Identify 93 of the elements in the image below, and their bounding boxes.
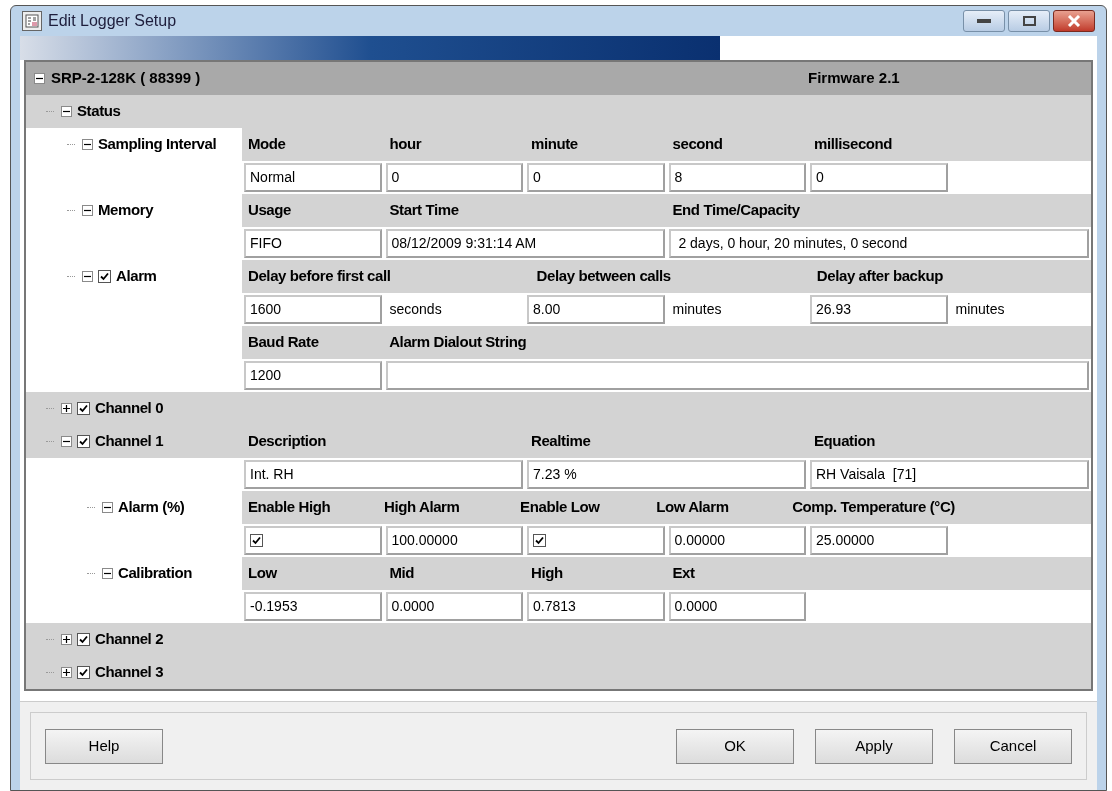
column-header: Baud Rate bbox=[248, 332, 319, 353]
dialog-button[interactable]: Cancel bbox=[954, 728, 1072, 764]
tree-node-label[interactable]: Status bbox=[77, 100, 121, 123]
column-header: Low Alarm bbox=[656, 497, 729, 518]
close-button[interactable] bbox=[1053, 10, 1095, 32]
collapse-icon[interactable] bbox=[82, 271, 93, 282]
minimize-button[interactable] bbox=[963, 10, 1005, 32]
device-name: SRP-2-128K ( 88399 ) bbox=[51, 68, 201, 89]
expand-icon[interactable] bbox=[61, 403, 72, 414]
column-header: minute bbox=[531, 134, 578, 155]
column-header: Description bbox=[248, 431, 327, 452]
input-field[interactable]: 100.00000 bbox=[385, 526, 523, 555]
tree-node-label[interactable]: Channel 2 bbox=[95, 628, 164, 651]
checkbox[interactable] bbox=[77, 435, 90, 448]
input-field[interactable] bbox=[385, 361, 1089, 390]
column-header: Low bbox=[248, 563, 277, 584]
column-header: High bbox=[531, 563, 563, 584]
checkbox[interactable] bbox=[98, 270, 111, 283]
input-field[interactable]: Normal bbox=[244, 163, 382, 192]
collapse-icon[interactable] bbox=[61, 106, 72, 117]
column-header: Ext bbox=[672, 563, 695, 584]
input-field[interactable]: 0.0000 bbox=[668, 592, 806, 621]
column-header: second bbox=[672, 134, 723, 155]
firmware-label: Firmware 2.1 bbox=[808, 68, 900, 89]
column-header: Equation bbox=[814, 431, 875, 452]
tree-node-label[interactable]: Sampling Interval bbox=[98, 133, 217, 156]
column-header: Comp. Temperature (°C) bbox=[792, 497, 955, 518]
input-field[interactable]: 25.00000 bbox=[810, 526, 948, 555]
input-field[interactable]: -0.1953 bbox=[244, 592, 382, 621]
collapse-icon[interactable] bbox=[82, 205, 93, 216]
input-field[interactable]: 0 bbox=[527, 163, 665, 192]
checkbox[interactable] bbox=[533, 534, 546, 547]
unit-label: minutes bbox=[955, 300, 1005, 319]
column-header: Enable Low bbox=[520, 497, 600, 518]
tree-node-label[interactable]: Channel 3 bbox=[95, 661, 164, 684]
input-field[interactable]: RH Vaisala [71] bbox=[810, 460, 1089, 489]
column-header: End Time/Capacity bbox=[672, 200, 800, 221]
tree-node-label[interactable]: Memory bbox=[98, 199, 154, 222]
input-field[interactable]: FIFO bbox=[244, 229, 382, 258]
unit-label: seconds bbox=[389, 300, 442, 319]
input-field[interactable]: 0.7813 bbox=[527, 592, 665, 621]
column-header: High Alarm bbox=[384, 497, 460, 518]
column-header: hour bbox=[389, 134, 422, 155]
input-field[interactable]: 26.93 bbox=[810, 295, 948, 324]
column-header: Delay before first call bbox=[248, 266, 391, 287]
app-icon bbox=[22, 11, 42, 31]
maximize-button[interactable] bbox=[1008, 10, 1050, 32]
checkbox[interactable] bbox=[77, 402, 90, 415]
collapse-icon[interactable] bbox=[82, 139, 93, 150]
expand-icon[interactable] bbox=[61, 634, 72, 645]
collapse-icon[interactable] bbox=[102, 568, 113, 579]
column-header: Enable High bbox=[248, 497, 331, 518]
minimize-icon bbox=[977, 19, 991, 23]
tree-node-label[interactable]: Alarm bbox=[116, 265, 157, 288]
input-field[interactable]: 2 days, 0 hour, 20 minutes, 0 second bbox=[668, 229, 1089, 258]
tree-node-label[interactable]: Channel 0 bbox=[95, 397, 164, 420]
column-header: Mid bbox=[389, 563, 415, 584]
unit-label: minutes bbox=[672, 300, 722, 319]
input-field[interactable]: 1200 bbox=[244, 361, 382, 390]
column-header: Usage bbox=[248, 200, 292, 221]
input-field[interactable]: 0.0000 bbox=[385, 592, 523, 621]
column-header: Realtime bbox=[531, 431, 591, 452]
dialog-button[interactable]: Apply bbox=[815, 728, 933, 764]
column-header: Mode bbox=[248, 134, 286, 155]
expand-icon[interactable] bbox=[61, 667, 72, 678]
input-field[interactable]: 0.00000 bbox=[668, 526, 806, 555]
column-header: Alarm Dialout String bbox=[389, 332, 527, 353]
input-field[interactable]: 8 bbox=[668, 163, 806, 192]
input-field[interactable]: Int. RH bbox=[244, 460, 523, 489]
tree-node-label[interactable]: Alarm (%) bbox=[118, 496, 185, 519]
tree-node-label[interactable]: Channel 1 bbox=[95, 430, 164, 453]
collapse-icon[interactable] bbox=[34, 73, 45, 84]
input-field[interactable]: 8.00 bbox=[527, 295, 665, 324]
collapse-icon[interactable] bbox=[61, 436, 72, 447]
input-field[interactable]: 0 bbox=[385, 163, 523, 192]
input-field[interactable]: 0 bbox=[810, 163, 948, 192]
column-header: Delay between calls bbox=[536, 266, 671, 287]
input-field[interactable]: 7.23 % bbox=[527, 460, 806, 489]
dialog-button[interactable]: OK bbox=[676, 728, 794, 764]
checkbox[interactable] bbox=[77, 666, 90, 679]
checkbox[interactable] bbox=[250, 534, 263, 547]
collapse-icon[interactable] bbox=[102, 502, 113, 513]
input-field[interactable]: 1600 bbox=[244, 295, 382, 324]
tree-node-label[interactable]: Calibration bbox=[118, 562, 192, 585]
column-header: Delay after backup bbox=[816, 266, 944, 287]
input-field[interactable]: 08/12/2009 9:31:14 AM bbox=[385, 229, 665, 258]
column-header: millisecond bbox=[814, 134, 893, 155]
column-header: Start Time bbox=[389, 200, 459, 221]
help-button[interactable]: Help bbox=[45, 728, 163, 764]
maximize-icon bbox=[1022, 16, 1036, 26]
checkbox[interactable] bbox=[77, 633, 90, 646]
close-icon bbox=[1067, 15, 1081, 27]
window-title: Edit Logger Setup bbox=[48, 11, 177, 31]
